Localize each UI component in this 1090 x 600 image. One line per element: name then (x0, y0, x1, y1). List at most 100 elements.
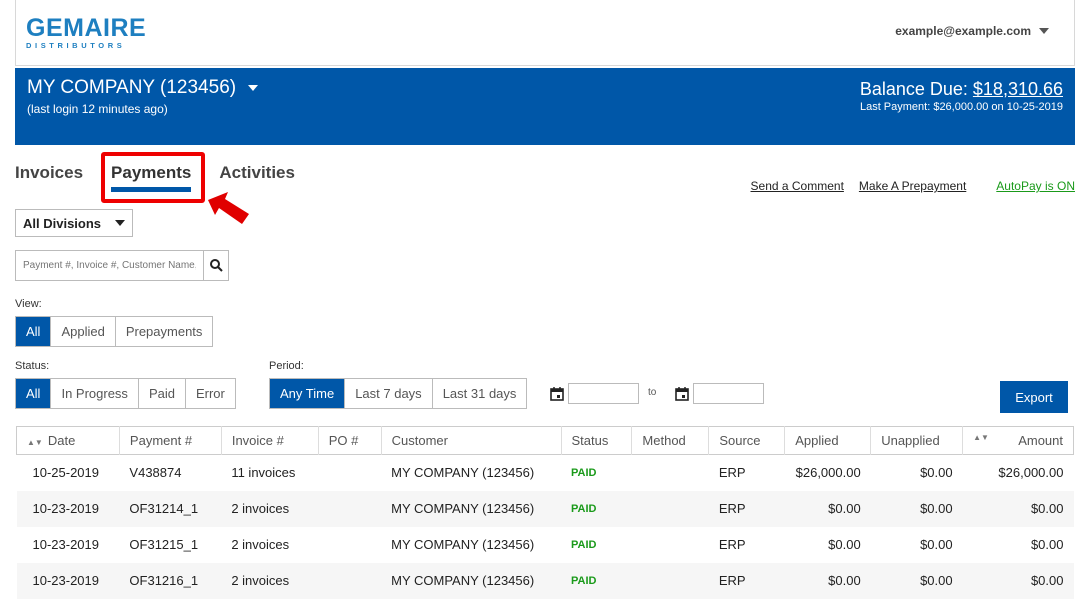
cell-status: PAID (571, 466, 597, 479)
col-date[interactable]: ▲▼ Date (16, 426, 120, 455)
cell-source: ERP (718, 573, 746, 588)
logo-main-text: GEMAIRE (26, 14, 147, 42)
view-all[interactable]: All (16, 317, 52, 346)
logo-sub-text: DISTRIBUTORS (26, 41, 126, 50)
cell-applied: $0.00 (828, 501, 861, 516)
sort-icon: ▲▼ (27, 438, 43, 447)
calendar-icon[interactable] (675, 386, 689, 401)
cell-invoice[interactable]: 2 invoices (221, 527, 318, 563)
cell-date: 10-23-2019 (32, 501, 100, 516)
col-source[interactable]: Source (708, 426, 786, 455)
cell-method (632, 491, 709, 527)
col-invoice[interactable]: Invoice # (221, 426, 319, 455)
logo[interactable]: GEMAIRE DISTRIBUTORS (26, 14, 147, 51)
cell-method (632, 455, 709, 491)
chevron-down-icon (115, 220, 125, 226)
period-last-31[interactable]: Last 31 days (433, 379, 527, 408)
header-bar: GEMAIRE DISTRIBUTORS example@example.com (15, 0, 1075, 66)
view-prepayments[interactable]: Prepayments (116, 317, 213, 346)
cell-status: PAID (571, 574, 597, 587)
table-header: ▲▼ Date Payment # Invoice # PO # Customer… (16, 426, 1074, 455)
cell-po (318, 455, 381, 491)
export-button[interactable]: Export (1000, 381, 1068, 413)
calendar-icon[interactable] (550, 386, 564, 401)
period-last-7[interactable]: Last 7 days (345, 379, 433, 408)
col-unapplied[interactable]: Unapplied (870, 426, 964, 455)
cell-amount: $0.00 (1030, 573, 1064, 588)
balance-amount-link[interactable]: $18,310.66 (973, 79, 1063, 99)
cell-invoice[interactable]: 11 invoices (221, 455, 318, 491)
tab-activities[interactable]: Activities (219, 163, 295, 183)
col-po[interactable]: PO # (318, 426, 382, 455)
cell-invoice[interactable]: 2 invoices (221, 491, 318, 527)
view-label: View: (15, 298, 42, 310)
date-from-group (550, 383, 639, 404)
payments-table: ▲▼ Date Payment # Invoice # PO # Customer… (16, 426, 1074, 599)
cell-po (318, 563, 381, 599)
period-toggle: Any Time Last 7 days Last 31 days (269, 378, 528, 409)
col-customer[interactable]: Customer (381, 426, 562, 455)
col-payment[interactable]: Payment # (119, 426, 222, 455)
company-name: MY COMPANY (123456) (27, 77, 237, 98)
cell-method (632, 563, 709, 599)
cell-applied: $0.00 (828, 537, 861, 552)
send-comment-link[interactable]: Send a Comment (751, 179, 844, 193)
cell-amount: $0.00 (1030, 501, 1064, 516)
table-row[interactable]: 10-25-2019 V438874 11 invoices MY COMPAN… (17, 455, 1074, 491)
cell-payment[interactable]: OF31216_1 (119, 563, 221, 599)
col-method[interactable]: Method (631, 426, 710, 455)
cell-customer: MY COMPANY (123456) (391, 501, 535, 516)
tab-invoices[interactable]: Invoices (15, 163, 83, 183)
pointer-arrow-icon (208, 192, 249, 224)
col-applied[interactable]: Applied (784, 426, 872, 455)
cell-invoice[interactable]: 2 invoices (221, 563, 318, 599)
balance-label: Balance Due: (859, 79, 968, 99)
cell-unapplied: $0.00 (920, 537, 953, 552)
cell-payment[interactable]: V438874 (119, 455, 221, 491)
cell-unapplied: $0.00 (920, 573, 953, 588)
status-in-progress[interactable]: In Progress (51, 379, 139, 408)
date-from-input[interactable] (568, 383, 639, 404)
period-label: Period: (269, 360, 304, 372)
view-toggle: All Applied Prepayments (15, 316, 214, 347)
cell-payment[interactable]: OF31214_1 (119, 491, 221, 527)
search-button[interactable] (204, 250, 229, 281)
action-links: Send a Comment Make A Prepayment AutoPay… (751, 179, 1075, 193)
cell-date: 10-23-2019 (32, 537, 100, 552)
autopay-link[interactable]: AutoPay is ON (996, 179, 1075, 193)
col-status[interactable]: Status (561, 426, 633, 455)
period-any-time[interactable]: Any Time (270, 379, 346, 408)
cell-amount: $0.00 (1030, 537, 1064, 552)
make-prepayment-link[interactable]: Make A Prepayment (859, 179, 966, 193)
last-payment: Last Payment: $26,000.00 on 10-25-2019 (859, 101, 1063, 113)
table-row[interactable]: 10-23-2019 OF31216_1 2 invoices MY COMPA… (16, 562, 1074, 599)
user-menu[interactable]: example@example.com (895, 24, 1049, 38)
division-select[interactable]: All Divisions (15, 209, 133, 237)
cell-source: ERP (718, 537, 746, 552)
sort-icon: ▲▼ (973, 433, 989, 442)
cell-customer: MY COMPANY (123456) (391, 573, 535, 588)
cell-payment[interactable]: OF31215_1 (119, 527, 221, 563)
cell-po (318, 491, 381, 527)
date-to-group (675, 383, 764, 404)
status-paid[interactable]: Paid (139, 379, 186, 408)
view-applied[interactable]: Applied (51, 317, 116, 346)
cell-amount: $26,000.00 (998, 465, 1064, 481)
cell-customer: MY COMPANY (123456) (391, 537, 535, 552)
date-to-input[interactable] (693, 383, 764, 404)
status-all[interactable]: All (16, 379, 52, 408)
cell-status: PAID (571, 538, 597, 551)
table-row[interactable]: 10-23-2019 OF31215_1 2 invoices MY COMPA… (17, 527, 1074, 563)
cell-source: ERP (718, 501, 746, 516)
chevron-down-icon (1039, 28, 1049, 34)
cell-applied: $0.00 (828, 573, 861, 588)
status-error[interactable]: Error (186, 379, 235, 408)
cell-applied: $26,000.00 (795, 465, 861, 481)
table-row[interactable]: 10-23-2019 OF31214_1 2 invoices MY COMPA… (16, 490, 1074, 527)
highlight-box (101, 152, 205, 203)
cell-date: 10-25-2019 (32, 465, 100, 481)
company-selector[interactable]: MY COMPANY (123456) (27, 77, 259, 99)
search-input[interactable] (15, 250, 205, 281)
cell-unapplied: $0.00 (920, 501, 953, 516)
col-amount[interactable]: ▲▼ Amount (963, 427, 1074, 455)
